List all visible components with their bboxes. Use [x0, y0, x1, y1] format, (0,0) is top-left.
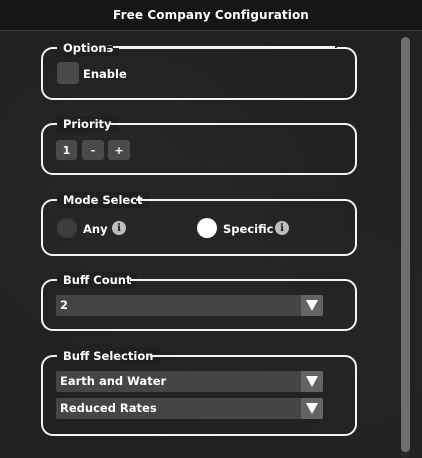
buff-selection-2-selected: Reduced Rates [60, 401, 157, 415]
buff-count-title-rule [130, 279, 336, 281]
mode-any-radio[interactable] [57, 218, 77, 238]
window-title: Free Company Configuration [113, 8, 309, 22]
mode-specific-info-icon[interactable]: i [275, 221, 289, 235]
buff-count-selected: 2 [60, 298, 69, 312]
enable-checkbox[interactable] [57, 62, 79, 84]
priority-value: 1 [56, 140, 77, 160]
buff-selection-dropdown-2[interactable]: Reduced Rates [56, 398, 323, 419]
mode-select-title-rule [136, 199, 336, 201]
dropdown-arrow-icon [301, 398, 323, 419]
options-group-title: Options [57, 40, 120, 56]
mode-select-title-text: Mode Select [63, 193, 143, 207]
priority-title-rule [110, 123, 336, 125]
dropdown-arrow-icon [301, 371, 323, 392]
priority-group-title: Priority [57, 116, 118, 132]
buff-count-dropdown[interactable]: 2 [56, 295, 323, 316]
buff-selection-title-text: Buff Selection [63, 349, 154, 363]
dropdown-arrow-icon [301, 295, 323, 316]
mode-select-group-title: Mode Select [57, 192, 149, 208]
buff-selection-1-selected: Earth and Water [60, 374, 167, 388]
options-title-rule [113, 46, 335, 48]
buff-count-group-title: Buff Count [57, 272, 138, 288]
mode-any-info-icon[interactable]: i [112, 221, 126, 235]
options-title-text: Options [63, 41, 114, 55]
window-titlebar[interactable]: Free Company Configuration [0, 0, 422, 31]
buff-selection-group: Buff Selection [41, 348, 357, 436]
mode-any-label: Any [83, 222, 108, 236]
buff-count-title-text: Buff Count [63, 273, 132, 287]
mode-specific-radio[interactable] [197, 218, 217, 238]
buff-selection-dropdown-1[interactable]: Earth and Water [56, 371, 323, 392]
buff-selection-group-title: Buff Selection [57, 348, 160, 364]
scrollbar-thumb[interactable] [401, 37, 410, 452]
enable-label: Enable [83, 67, 127, 81]
mode-specific-label: Specific [223, 222, 274, 236]
priority-title-text: Priority [63, 117, 112, 131]
priority-increment-button[interactable]: + [108, 140, 130, 160]
buff-selection-title-rule [150, 355, 336, 357]
priority-decrement-button[interactable]: - [82, 140, 104, 160]
